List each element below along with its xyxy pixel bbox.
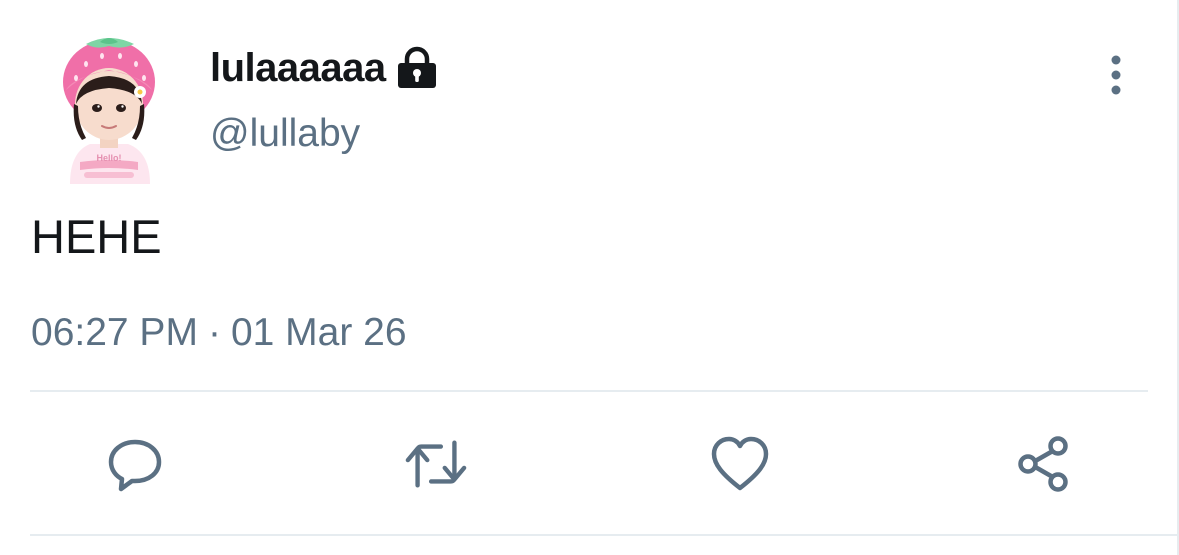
reply-button[interactable] (103, 432, 167, 496)
speech-bubble-icon (108, 439, 162, 492)
bottom-divider (30, 534, 1179, 536)
tweet-date: 01 Mar 26 (230, 311, 407, 354)
display-name[interactable]: lulaaaaaa (210, 40, 386, 96)
more-options-button[interactable] (1096, 50, 1136, 100)
avatar-image: Hello! (63, 38, 155, 184)
share-nodes-icon (1018, 436, 1068, 492)
share-button[interactable] (1012, 432, 1076, 496)
heart-icon (711, 436, 769, 491)
tweet-time: 06:27 PM (31, 311, 198, 354)
avatar[interactable]: Hello! (56, 34, 162, 184)
timestamp-separator: · (207, 311, 221, 354)
lock-icon (396, 46, 438, 90)
user-handle[interactable]: @lullaby (210, 108, 360, 160)
retweet-arrows-icon (405, 440, 467, 488)
vertical-dots-icon (1111, 55, 1121, 95)
avatar-shirt-text: Hello! (96, 153, 121, 163)
like-button[interactable] (708, 432, 772, 496)
display-name-row: lulaaaaaa (210, 40, 438, 96)
retweet-button[interactable] (404, 432, 468, 496)
tweet-timestamp: 06:27 PM · 01 Mar 26 (31, 306, 407, 360)
divider (30, 390, 1148, 392)
tweet-text: HEHE (31, 210, 162, 263)
